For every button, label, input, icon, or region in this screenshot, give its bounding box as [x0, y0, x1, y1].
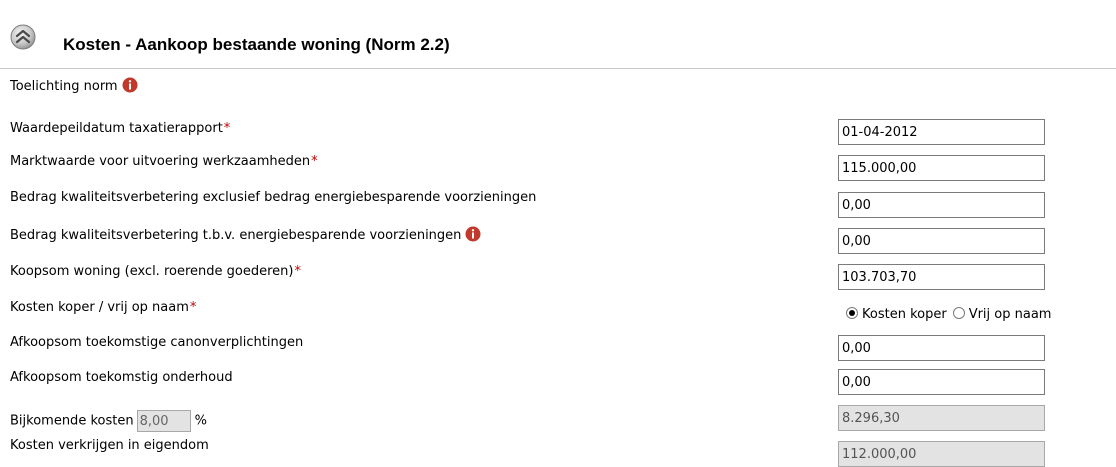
- kwaliteit-energie-input[interactable]: [838, 228, 1045, 254]
- kwaliteit-energie-label: Bedrag kwaliteitsverbetering t.b.v. ener…: [10, 226, 481, 246]
- afkoopsom-onderhoud-input[interactable]: [838, 369, 1045, 395]
- required-mark: *: [223, 121, 231, 136]
- toelichting-row: Toelichting norm: [0, 77, 1116, 97]
- required-mark: *: [311, 154, 318, 169]
- vrij-op-naam-option-label[interactable]: Vrij op naam: [969, 307, 1052, 322]
- kosten-verkrijgen-amount[interactable]: [838, 441, 1045, 467]
- marktwaarde-label: Marktwaarde voor uitvoering werkzaamhede…: [10, 154, 318, 169]
- marktwaarde-input[interactable]: [838, 155, 1045, 181]
- section-title: Kosten - Aankoop bestaande woning (Norm …: [63, 35, 450, 54]
- kosten-koper-radio-group: Kosten koper Vrij op naam: [846, 305, 1057, 325]
- koopsom-label: Koopsom woning (excl. roerende goederen)…: [10, 264, 301, 279]
- afkoopsom-canon-input[interactable]: [838, 335, 1045, 361]
- double-chevron-up-icon[interactable]: [10, 24, 36, 50]
- bijkomende-kosten-label: Bijkomende kosten%: [10, 410, 207, 432]
- afkoopsom-onderhoud-label: Afkoopsom toekomstig onderhoud: [10, 370, 233, 385]
- bijkomende-kosten-percentage-input[interactable]: [136, 410, 191, 432]
- toelichting-label: Toelichting norm: [10, 77, 138, 97]
- percent-unit: %: [194, 413, 207, 429]
- kwaliteit-excl-input[interactable]: [838, 192, 1045, 218]
- kosten-koper-options-row: Kosten koper Vrij op naam: [0, 305, 1116, 325]
- kwaliteit-excl-label: Bedrag kwaliteitsverbetering exclusief b…: [10, 190, 537, 205]
- kosten-koper-option-label[interactable]: Kosten koper: [862, 307, 947, 322]
- afkoopsom-canon-label: Afkoopsom toekomstige canonverplichtinge…: [10, 335, 304, 350]
- info-icon[interactable]: [122, 77, 138, 93]
- bijkomende-kosten-amount[interactable]: [838, 405, 1045, 431]
- kosten-koper-radio[interactable]: [846, 307, 858, 319]
- waardepeildatum-input[interactable]: [838, 119, 1045, 145]
- section-header: Kosten - Aankoop bestaande woning (Norm …: [0, 0, 1116, 69]
- waardepeildatum-label: Waardepeildatum taxatierapport*: [10, 121, 231, 136]
- info-icon[interactable]: [465, 226, 481, 242]
- koopsom-input[interactable]: [838, 264, 1045, 290]
- required-mark: *: [294, 264, 301, 279]
- vrij-op-naam-radio[interactable]: [952, 307, 965, 319]
- kosten-verkrijgen-label: Kosten verkrijgen in eigendom: [10, 438, 209, 453]
